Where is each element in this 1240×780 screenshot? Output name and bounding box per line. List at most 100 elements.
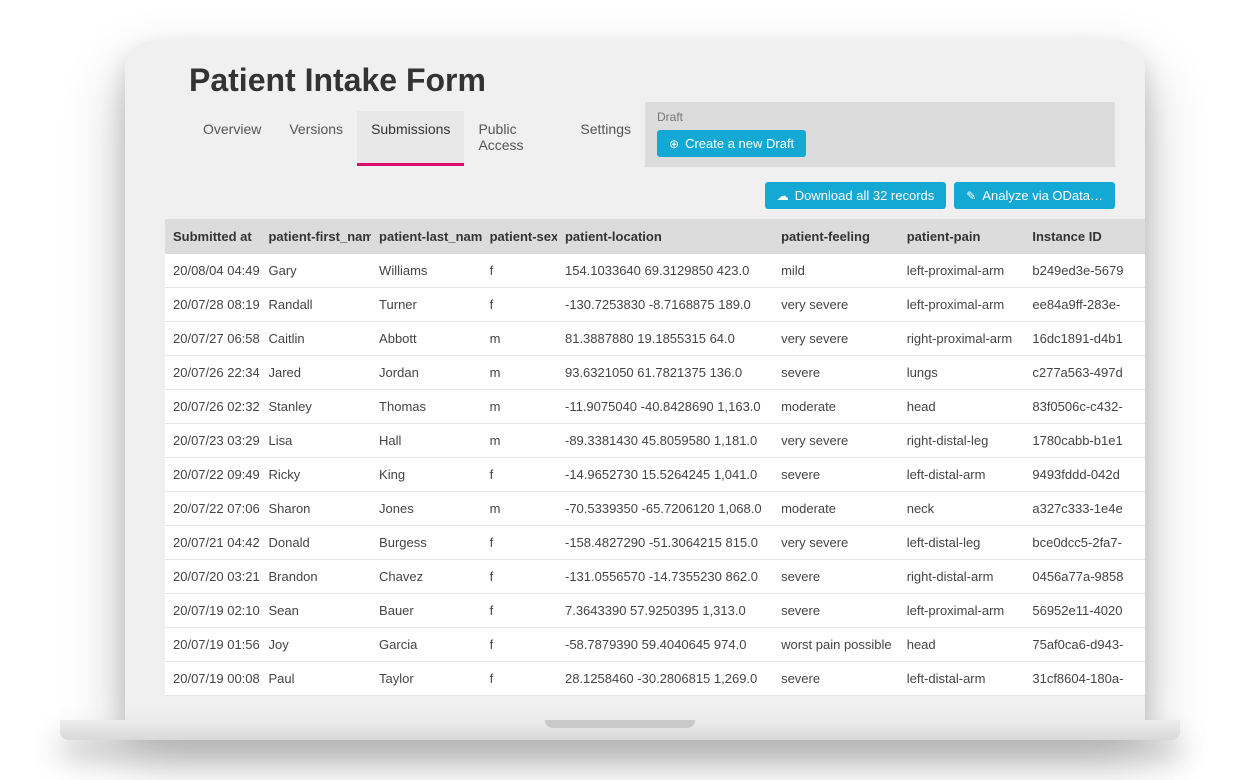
- table-row[interactable]: 20/07/26 22:34JaredJordanm93.6321050 61.…: [165, 356, 1145, 390]
- table-row[interactable]: 20/07/20 03:21BrandonChavezf-131.0556570…: [165, 560, 1145, 594]
- table-row[interactable]: 20/07/28 08:19RandallTurnerf-130.7253830…: [165, 288, 1145, 322]
- cell-sex: f: [482, 526, 557, 560]
- create-draft-button[interactable]: ⊕ Create a new Draft: [657, 130, 806, 157]
- column-header[interactable]: patient-last_name: [371, 219, 482, 254]
- cell-first: Ricky: [260, 458, 371, 492]
- cell-id: 75af0ca6-d943-: [1024, 628, 1145, 662]
- table-row[interactable]: 20/07/19 02:10SeanBauerf7.3643390 57.925…: [165, 594, 1145, 628]
- cell-sex: m: [482, 356, 557, 390]
- table-row[interactable]: 20/07/21 04:42DonaldBurgessf-158.4827290…: [165, 526, 1145, 560]
- cell-first: Stanley: [260, 390, 371, 424]
- table-body: 20/08/04 04:49GaryWilliamsf154.1033640 6…: [165, 254, 1145, 696]
- cell-id: ee84a9ff-283e-: [1024, 288, 1145, 322]
- column-header[interactable]: patient-first_name: [260, 219, 371, 254]
- cell-location: -11.9075040 -40.8428690 1,163.0: [557, 390, 773, 424]
- cell-pain: right-proximal-arm: [899, 322, 1025, 356]
- cell-location: -14.9652730 15.5264245 1,041.0: [557, 458, 773, 492]
- draft-panel: Draft ⊕ Create a new Draft: [645, 102, 1115, 167]
- cell-location: 154.1033640 69.3129850 423.0: [557, 254, 773, 288]
- table-row[interactable]: 20/07/23 03:29LisaHallm-89.3381430 45.80…: [165, 424, 1145, 458]
- tab-versions[interactable]: Versions: [275, 111, 357, 166]
- cell-submitted: 20/07/28 08:19: [165, 288, 260, 322]
- cell-location: 81.3887880 19.1855315 64.0: [557, 322, 773, 356]
- table-row[interactable]: 20/07/19 01:56JoyGarciaf-58.7879390 59.4…: [165, 628, 1145, 662]
- cell-last: Hall: [371, 424, 482, 458]
- cell-last: Abbott: [371, 322, 482, 356]
- cell-submitted: 20/08/04 04:49: [165, 254, 260, 288]
- header-area: Patient Intake Form OverviewVersionsSubm…: [125, 62, 1145, 166]
- cell-location: -131.0556570 -14.7355230 862.0: [557, 560, 773, 594]
- cell-sex: f: [482, 254, 557, 288]
- cell-last: Jordan: [371, 356, 482, 390]
- table-container: Submitted atpatient-first_namepatient-la…: [125, 219, 1145, 696]
- page-title: Patient Intake Form: [189, 62, 645, 99]
- cell-feeling: moderate: [773, 492, 899, 526]
- wand-icon: ✎: [966, 190, 976, 202]
- cell-last: Burgess: [371, 526, 482, 560]
- cell-feeling: very severe: [773, 526, 899, 560]
- column-header[interactable]: patient-location: [557, 219, 773, 254]
- table-row[interactable]: 20/07/26 02:32StanleyThomasm-11.9075040 …: [165, 390, 1145, 424]
- cell-submitted: 20/07/19 01:56: [165, 628, 260, 662]
- cell-last: Jones: [371, 492, 482, 526]
- cell-pain: left-proximal-arm: [899, 254, 1025, 288]
- column-header[interactable]: patient-sex: [482, 219, 557, 254]
- cell-sex: m: [482, 492, 557, 526]
- cell-first: Paul: [260, 662, 371, 696]
- analyze-button[interactable]: ✎ Analyze via OData…: [954, 182, 1115, 209]
- cell-submitted: 20/07/20 03:21: [165, 560, 260, 594]
- cell-sex: f: [482, 458, 557, 492]
- cell-id: bce0dcc5-2fa7-: [1024, 526, 1145, 560]
- plus-circle-icon: ⊕: [669, 138, 679, 150]
- cell-sex: f: [482, 560, 557, 594]
- cell-feeling: severe: [773, 458, 899, 492]
- submissions-table: Submitted atpatient-first_namepatient-la…: [165, 219, 1145, 696]
- tab-settings[interactable]: Settings: [566, 111, 645, 166]
- cell-submitted: 20/07/21 04:42: [165, 526, 260, 560]
- column-header[interactable]: Submitted at: [165, 219, 260, 254]
- column-header[interactable]: patient-pain: [899, 219, 1025, 254]
- cell-submitted: 20/07/26 22:34: [165, 356, 260, 390]
- cell-sex: f: [482, 628, 557, 662]
- table-header-row: Submitted atpatient-first_namepatient-la…: [165, 219, 1145, 254]
- table-row[interactable]: 20/07/22 09:49RickyKingf-14.9652730 15.5…: [165, 458, 1145, 492]
- cell-submitted: 20/07/27 06:58: [165, 322, 260, 356]
- cell-pain: left-proximal-arm: [899, 594, 1025, 628]
- cell-first: Joy: [260, 628, 371, 662]
- device-frame: Patient Intake Form OverviewVersionsSubm…: [125, 40, 1145, 720]
- cell-submitted: 20/07/22 07:06: [165, 492, 260, 526]
- table-row[interactable]: 20/08/04 04:49GaryWilliamsf154.1033640 6…: [165, 254, 1145, 288]
- cell-first: Gary: [260, 254, 371, 288]
- column-header[interactable]: patient-feeling: [773, 219, 899, 254]
- cell-pain: head: [899, 628, 1025, 662]
- cell-location: 28.1258460 -30.2806815 1,269.0: [557, 662, 773, 696]
- cell-first: Randall: [260, 288, 371, 322]
- table-row[interactable]: 20/07/19 00:08PaulTaylorf28.1258460 -30.…: [165, 662, 1145, 696]
- cell-pain: head: [899, 390, 1025, 424]
- cell-location: -89.3381430 45.8059580 1,181.0: [557, 424, 773, 458]
- cell-last: Turner: [371, 288, 482, 322]
- cell-feeling: very severe: [773, 424, 899, 458]
- cell-pain: left-proximal-arm: [899, 288, 1025, 322]
- cell-feeling: moderate: [773, 390, 899, 424]
- app-screen: Patient Intake Form OverviewVersionsSubm…: [125, 40, 1145, 720]
- cell-sex: f: [482, 662, 557, 696]
- table-row[interactable]: 20/07/22 07:06SharonJonesm-70.5339350 -6…: [165, 492, 1145, 526]
- tab-public-access[interactable]: Public Access: [464, 111, 566, 166]
- download-button[interactable]: ☁ Download all 32 records: [765, 182, 946, 209]
- cell-id: 56952e11-4020: [1024, 594, 1145, 628]
- cell-feeling: severe: [773, 594, 899, 628]
- cell-location: -130.7253830 -8.7168875 189.0: [557, 288, 773, 322]
- table-row[interactable]: 20/07/27 06:58CaitlinAbbottm81.3887880 1…: [165, 322, 1145, 356]
- cell-sex: m: [482, 424, 557, 458]
- cell-first: Lisa: [260, 424, 371, 458]
- analyze-button-label: Analyze via OData…: [982, 188, 1103, 203]
- cell-submitted: 20/07/26 02:32: [165, 390, 260, 424]
- cell-pain: left-distal-arm: [899, 662, 1025, 696]
- cell-id: a327c333-1e4e: [1024, 492, 1145, 526]
- tab-submissions[interactable]: Submissions: [357, 111, 464, 166]
- tab-overview[interactable]: Overview: [189, 111, 275, 166]
- cell-location: 93.6321050 61.7821375 136.0: [557, 356, 773, 390]
- column-header[interactable]: Instance ID: [1024, 219, 1145, 254]
- cell-sex: f: [482, 288, 557, 322]
